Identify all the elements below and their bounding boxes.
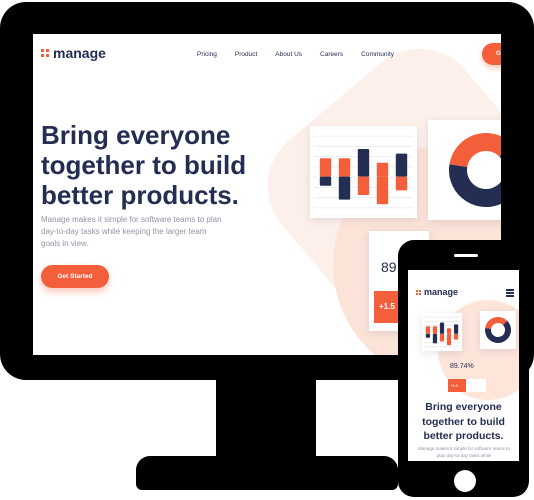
bar-segment: [357, 176, 370, 195]
bar-segment: [395, 153, 408, 177]
phone-screen: manage 89.74% +1.5 Bring everyone togeth…: [408, 270, 519, 461]
bar-segment: [319, 158, 332, 177]
hamburger-menu-icon[interactable]: [506, 289, 514, 298]
bar-segment: [439, 333, 445, 342]
bar-segment: [357, 149, 370, 177]
logo-icon: [41, 49, 49, 57]
mobile-phone: manage 89.74% +1.5 Bring everyone togeth…: [398, 240, 529, 497]
mobile-stat-badge-secondary: [466, 379, 486, 392]
bar-segment: [338, 176, 351, 200]
bar-segment: [425, 326, 431, 334]
bar-segment: [338, 158, 351, 177]
monitor-stand-neck: [216, 376, 316, 460]
mobile-stat-badge: +1.5: [448, 379, 466, 392]
bar-segment: [376, 162, 389, 177]
nav-item-pricing[interactable]: Pricing: [197, 51, 217, 58]
nav-item-careers[interactable]: Careers: [320, 51, 343, 58]
hero-headline: Bring everyone together to build better …: [41, 120, 247, 210]
donut-slice: [449, 133, 501, 168]
bar-segment: [446, 328, 452, 334]
nav-item-about-us[interactable]: About Us: [275, 51, 302, 58]
mobile-bar-chart-card: [422, 313, 462, 351]
header-get-started-button[interactable]: G: [482, 43, 501, 65]
bar-segment: [446, 333, 452, 346]
bar-segment: [439, 322, 445, 334]
bar-segment: [319, 176, 332, 186]
bar-segment: [432, 326, 438, 334]
mobile-logo[interactable]: manage: [416, 287, 458, 297]
desktop-nav: Pricing Product About Us Careers Communi…: [197, 51, 412, 58]
donut-chart-card: [428, 120, 501, 220]
nav-item-community[interactable]: Community: [361, 51, 394, 58]
donut-slice: [485, 317, 508, 330]
mobile-hero-headline: Bring everyone together to build better …: [422, 401, 505, 442]
bar-segment: [453, 324, 459, 334]
phone-home-button[interactable]: [454, 470, 476, 492]
get-started-button[interactable]: Get Started: [41, 265, 109, 288]
monitor-stand-base: [136, 456, 398, 490]
desktop-logo[interactable]: manage: [41, 45, 106, 61]
mobile-stat-value: 89.74%: [450, 363, 474, 370]
bar-segment: [376, 176, 389, 205]
logo-text: manage: [53, 45, 106, 61]
bar-chart-card: [310, 126, 417, 218]
mobile-hero-subtext: Manage makes it simple for software team…: [418, 446, 510, 458]
nav-item-product[interactable]: Product: [235, 51, 257, 58]
bar-segment: [453, 333, 459, 340]
bar-segment: [395, 176, 408, 191]
bar-chart: [314, 135, 413, 209]
mobile-donut-chart: [485, 317, 511, 343]
logo-text: manage: [424, 287, 459, 297]
logo-icon: [416, 289, 421, 295]
bar-segment: [425, 333, 431, 338]
bar-segment: [432, 333, 438, 344]
mobile-donut-chart-card: [480, 311, 516, 349]
phone-speaker: [454, 254, 478, 257]
hero-subtext: Manage makes it simple for software team…: [41, 215, 222, 248]
donut-chart: [449, 133, 501, 207]
mobile-bar-chart: [423, 316, 461, 348]
